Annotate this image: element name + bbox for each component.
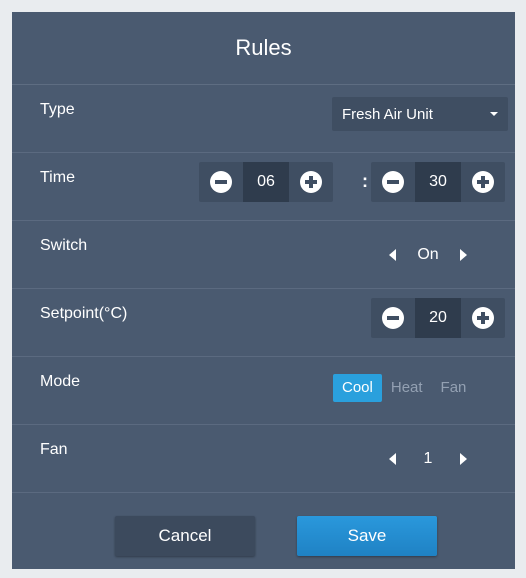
- caret-down-icon: [490, 112, 498, 116]
- row-time: Time 06 : 30: [12, 153, 515, 221]
- setpoint-label: Setpoint(°C): [40, 305, 128, 322]
- mode-option-heat[interactable]: Heat: [382, 374, 432, 402]
- row-switch: Switch On: [12, 221, 515, 289]
- setpoint-stepper: 20: [371, 298, 505, 338]
- hour-decrement-button[interactable]: [199, 162, 243, 202]
- triangle-left-icon[interactable]: [389, 453, 396, 465]
- hour-value: 06: [243, 162, 289, 202]
- plus-circle-icon: [300, 171, 322, 193]
- row-setpoint: Setpoint(°C) 20: [12, 289, 515, 357]
- fan-label: Fan: [40, 441, 68, 458]
- minute-stepper: 30: [371, 162, 505, 202]
- type-label: Type: [40, 101, 75, 118]
- hour-stepper: 06: [199, 162, 333, 202]
- row-fan: Fan 1: [12, 425, 515, 493]
- mode-segmented-control: Cool Heat Fan: [333, 374, 475, 402]
- hour-increment-button[interactable]: [289, 162, 333, 202]
- minus-circle-icon: [210, 171, 232, 193]
- fan-value: 1: [423, 450, 433, 467]
- setpoint-value: 20: [415, 298, 461, 338]
- cancel-button[interactable]: Cancel: [115, 516, 255, 556]
- type-dropdown-value: Fresh Air Unit: [342, 105, 433, 123]
- minute-decrement-button[interactable]: [371, 162, 415, 202]
- minus-circle-icon: [382, 171, 404, 193]
- time-separator: :: [362, 171, 368, 191]
- triangle-left-icon[interactable]: [389, 249, 396, 261]
- row-mode: Mode Cool Heat Fan: [12, 357, 515, 425]
- time-label: Time: [40, 169, 75, 186]
- minute-increment-button[interactable]: [461, 162, 505, 202]
- switch-label: Switch: [40, 237, 88, 254]
- dialog-title: Rules: [12, 12, 515, 85]
- mode-label: Mode: [40, 373, 81, 390]
- row-type: Type Fresh Air Unit: [12, 85, 515, 153]
- rules-dialog: Rules Type Fresh Air Unit Time 06 : 30 S…: [12, 12, 515, 569]
- plus-circle-icon: [472, 171, 494, 193]
- switch-value: On: [417, 246, 439, 263]
- minus-circle-icon: [382, 307, 404, 329]
- setpoint-increment-button[interactable]: [461, 298, 505, 338]
- save-button[interactable]: Save: [297, 516, 437, 556]
- triangle-right-icon[interactable]: [460, 453, 467, 465]
- fan-selector: 1: [389, 425, 467, 493]
- minute-value: 30: [415, 162, 461, 202]
- setpoint-decrement-button[interactable]: [371, 298, 415, 338]
- triangle-right-icon[interactable]: [460, 249, 467, 261]
- dialog-footer: Cancel Save: [12, 499, 515, 569]
- type-dropdown[interactable]: Fresh Air Unit: [332, 97, 508, 131]
- mode-option-cool[interactable]: Cool: [333, 374, 382, 402]
- switch-selector: On: [389, 221, 467, 289]
- mode-option-fan[interactable]: Fan: [432, 374, 476, 402]
- plus-circle-icon: [472, 307, 494, 329]
